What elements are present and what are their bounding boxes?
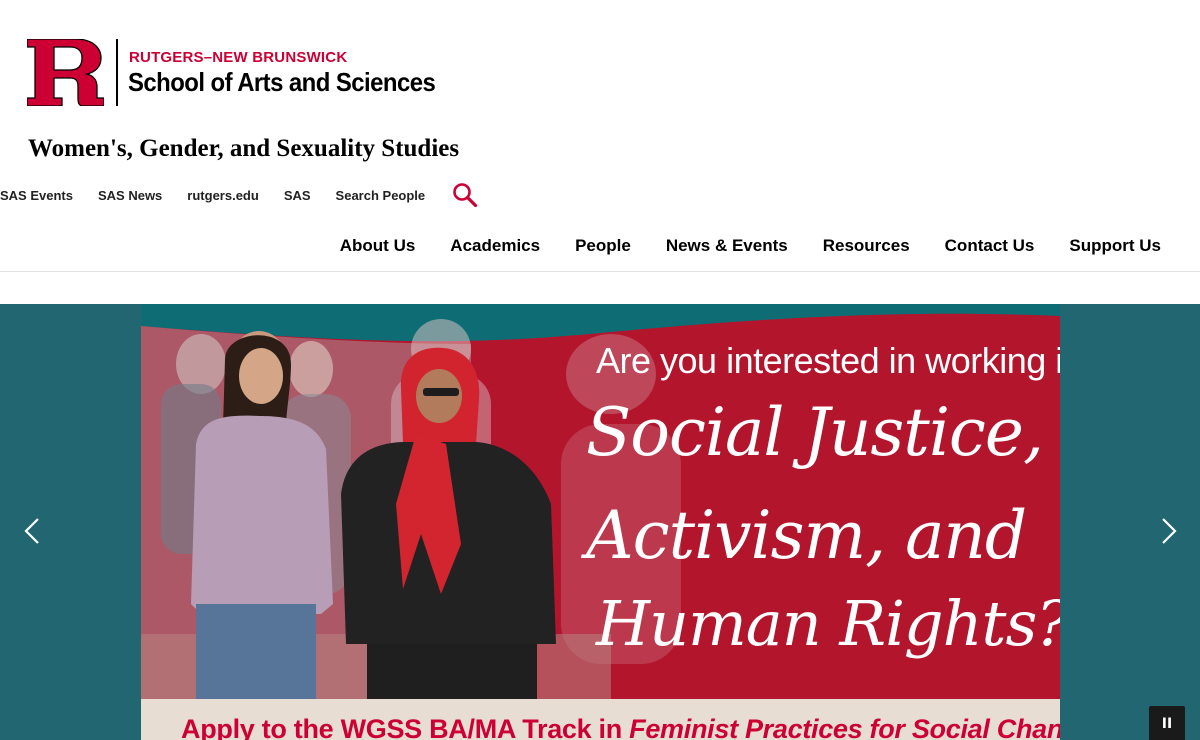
school-name: School of Arts and Sciences (128, 67, 436, 97)
nav-about-us[interactable]: About Us (340, 236, 416, 256)
chevron-left-icon[interactable] (21, 516, 45, 546)
apply-track-name: Feminist Practices for Social Change (629, 714, 1060, 740)
logo-divider (116, 39, 118, 106)
slide-headline-2: Activism, and (586, 497, 1027, 574)
nav-resources[interactable]: Resources (823, 236, 910, 256)
rutgers-r-icon (27, 39, 104, 106)
hero-carousel: Are you interested in working in Social … (0, 304, 1200, 740)
chevron-right-icon[interactable] (1156, 516, 1180, 546)
pause-icon[interactable]: II (1149, 706, 1185, 740)
nav-academics[interactable]: Academics (450, 236, 540, 256)
utility-link-rutgers[interactable]: rutgers.edu (187, 188, 259, 203)
department-title[interactable]: Women's, Gender, and Sexuality Studies (28, 135, 459, 163)
slide-headline-1: Social Justice, (586, 394, 1044, 471)
nav-people[interactable]: People (575, 236, 631, 256)
utility-link-sas[interactable]: SAS (284, 188, 311, 203)
university-name: RUTGERS–NEW BRUNSWICK (129, 49, 348, 66)
utility-link-search-people[interactable]: Search People (336, 188, 426, 203)
main-nav: About Us Academics People News & Events … (305, 236, 1161, 256)
utility-link-sas-news[interactable]: SAS News (98, 188, 162, 203)
nav-contact-us[interactable]: Contact Us (945, 236, 1035, 256)
slide-apply-text: Apply to the WGSS BA/MA Track in Feminis… (181, 714, 1060, 740)
slide-question: Are you interested in working in (596, 340, 1060, 381)
nav-support-us[interactable]: Support Us (1069, 236, 1161, 256)
sas-logo[interactable]: RUTGERS–NEW BRUNSWICK School of Arts and… (27, 39, 436, 107)
carousel-slide[interactable]: Are you interested in working in Social … (141, 304, 1060, 740)
search-icon[interactable] (452, 182, 478, 208)
slide-headline-3: Human Rights? (596, 587, 1060, 660)
utility-nav: SAS Events SAS News rutgers.edu SAS Sear… (0, 182, 478, 208)
apply-prefix: Apply to the WGSS BA/MA Track in (181, 714, 630, 740)
utility-link-sas-events[interactable]: SAS Events (0, 188, 73, 203)
nav-news-events[interactable]: News & Events (666, 236, 788, 256)
site-header: RUTGERS–NEW BRUNSWICK School of Arts and… (0, 0, 1200, 272)
